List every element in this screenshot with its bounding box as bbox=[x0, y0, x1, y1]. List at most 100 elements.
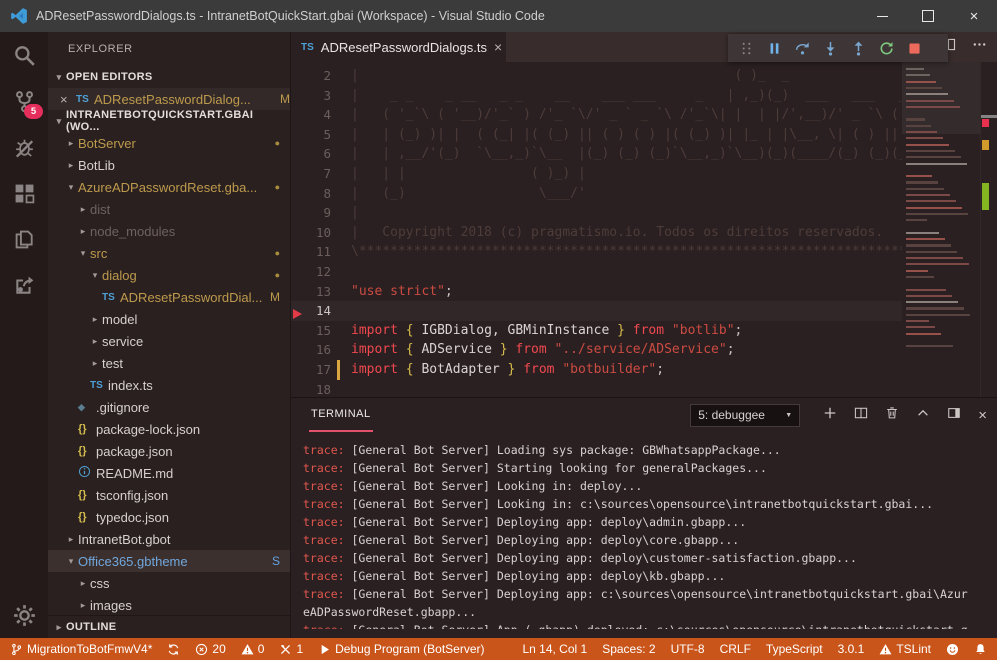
statusbar-eol[interactable]: CRLF bbox=[720, 642, 751, 656]
statusbar-errors[interactable]: 20 bbox=[195, 642, 225, 656]
statusbar-tasks[interactable]: 1 bbox=[279, 642, 303, 656]
tree-item[interactable]: TSindex.ts bbox=[48, 374, 290, 396]
tree-item[interactable]: {}tsconfig.json bbox=[48, 484, 290, 506]
code-line-13[interactable]: 13"use strict"; bbox=[291, 282, 902, 302]
statusbar-tslint[interactable]: TSLint bbox=[879, 642, 931, 656]
overview-ruler[interactable] bbox=[980, 62, 997, 397]
maximize-button[interactable] bbox=[905, 0, 951, 32]
more-button[interactable] bbox=[972, 37, 987, 57]
statusbar-branch-indicator[interactable]: MigrationToBotFmwV4* bbox=[10, 642, 152, 656]
terminal-output[interactable]: trace: [General Bot Server] Loading sys … bbox=[291, 432, 997, 629]
close-icon[interactable]: × bbox=[60, 92, 76, 107]
tree-item[interactable]: ▾src● bbox=[48, 242, 290, 264]
tree-item[interactable]: ▾Office365.gbthemeS bbox=[48, 550, 290, 572]
statusbar-feedback[interactable] bbox=[946, 643, 959, 656]
line-number: 12 bbox=[291, 262, 331, 282]
tree-item[interactable]: ▸service bbox=[48, 330, 290, 352]
code-line-12[interactable]: 12 bbox=[291, 262, 902, 282]
code-line-11[interactable]: 11\*************************************… bbox=[291, 242, 902, 262]
kill-terminal-trash-button[interactable] bbox=[885, 406, 899, 425]
split-terminal-button[interactable] bbox=[854, 406, 868, 425]
step-over-button[interactable] bbox=[788, 35, 816, 61]
code-line-8[interactable]: 8| (_) \___/' bbox=[291, 184, 902, 204]
activity-debug[interactable] bbox=[0, 124, 48, 170]
code-line-15[interactable]: 15import { IGBDialog, GBMinInstance } fr… bbox=[291, 321, 902, 341]
outline-section-header[interactable]: ▸ OUTLINE bbox=[48, 615, 290, 638]
code-line-18[interactable]: 18 bbox=[291, 380, 902, 398]
tree-item[interactable]: {}package.json bbox=[48, 440, 290, 462]
restart-button[interactable] bbox=[872, 35, 900, 61]
activity-source-control[interactable]: 5 bbox=[0, 78, 48, 124]
step-out-button[interactable] bbox=[844, 35, 872, 61]
tree-item[interactable]: ▸model bbox=[48, 308, 290, 330]
minimize-button[interactable] bbox=[859, 0, 905, 32]
code-line-14[interactable]: 14 bbox=[291, 301, 902, 321]
statusbar-encoding[interactable]: UTF-8 bbox=[671, 642, 705, 656]
chevron-up-button[interactable] bbox=[916, 406, 930, 425]
code-line-6[interactable]: 6| | ,__/'(_) `\__,_)`\__ |(_) (_) (_)`\… bbox=[291, 144, 902, 164]
stop-button[interactable] bbox=[900, 35, 928, 61]
statusbar-cursor-position[interactable]: Ln 14, Col 1 bbox=[522, 642, 587, 656]
open-editor-item[interactable]: × TS ADResetPasswordDialog... M bbox=[48, 88, 290, 110]
minimap-viewport[interactable] bbox=[902, 62, 980, 134]
tree-item[interactable]: ▸test bbox=[48, 352, 290, 374]
statusbar-indentation[interactable]: Spaces: 2 bbox=[602, 642, 655, 656]
tree-item[interactable]: {}typedoc.json bbox=[48, 506, 290, 528]
activity-settings-gear[interactable] bbox=[0, 592, 48, 638]
tab-adresetpassworddialogs[interactable]: TS ADResetPasswordDialogs.ts × bbox=[291, 32, 506, 62]
activity-explorer-files[interactable] bbox=[0, 216, 48, 262]
chevron-down-icon: ▾ bbox=[52, 116, 66, 127]
panel-maximize-button[interactable] bbox=[947, 406, 961, 425]
code-line-4[interactable]: 4| ( '_`\ ( '__)/'_` ) /'_ `\/' _ ` _ `\… bbox=[291, 105, 902, 125]
close-panel-button[interactable]: × bbox=[978, 407, 987, 424]
chevron-right-icon: ▸ bbox=[88, 336, 102, 347]
code-line-9[interactable]: 9| bbox=[291, 203, 902, 223]
code-line-2[interactable]: 2| ( )_ _ bbox=[291, 66, 902, 86]
chevron-right-icon: ▸ bbox=[88, 314, 102, 325]
step-into-button[interactable] bbox=[816, 35, 844, 61]
minimap[interactable] bbox=[902, 62, 980, 397]
tree-item[interactable]: ◆.gitignore bbox=[48, 396, 290, 418]
statusbar-notifications[interactable] bbox=[974, 643, 987, 656]
tree-item[interactable]: {}package-lock.json bbox=[48, 418, 290, 440]
code-line-5[interactable]: 5| | (_) )| | ( (_| |( (_) || ( ) ( ) |(… bbox=[291, 125, 902, 145]
tree-item[interactable]: ▸css bbox=[48, 572, 290, 594]
code-line-17[interactable]: 17import { BotAdapter } from "botbuilder… bbox=[291, 360, 902, 380]
code-line-7[interactable]: 7| | | ( )_) | bbox=[291, 164, 902, 184]
close-button[interactable]: × bbox=[951, 0, 997, 32]
tree-item[interactable]: ▸images bbox=[48, 594, 290, 615]
workspace-section-header[interactable]: ▾ INTRANETBOTQUICKSTART.GBAI (WO... bbox=[48, 110, 290, 132]
debug-current-line-marker[interactable] bbox=[293, 309, 302, 319]
tree-item[interactable]: README.md bbox=[48, 462, 290, 484]
minimap-line bbox=[906, 87, 942, 89]
code-line-3[interactable]: 3| _ _ _ __ _ _ __ ___ ___ _ | ,_)(_) __… bbox=[291, 86, 902, 106]
code-line-16[interactable]: 16import { ADService } from "../service/… bbox=[291, 340, 902, 360]
open-editors-header[interactable]: ▾ OPEN EDITORS bbox=[48, 66, 290, 88]
tree-item[interactable]: ▸node_modules bbox=[48, 220, 290, 242]
terminal-select[interactable]: 5: debuggee ▼ bbox=[690, 404, 800, 427]
activity-share[interactable] bbox=[0, 262, 48, 308]
json-file-icon: {} bbox=[78, 445, 96, 457]
statusbar-ts-version[interactable]: 3.0.1 bbox=[838, 642, 865, 656]
tab-close-icon[interactable]: × bbox=[494, 39, 502, 55]
drag-grip-button[interactable] bbox=[732, 35, 760, 61]
statusbar-debug-launch[interactable]: Debug Program (BotServer) bbox=[318, 642, 484, 656]
tree-item[interactable]: ▾dialog● bbox=[48, 264, 290, 286]
tree-item[interactable]: ▸dist bbox=[48, 198, 290, 220]
statusbar-language-mode[interactable]: TypeScript bbox=[766, 642, 823, 656]
code-line-10[interactable]: 10| Copyright 2018 (c) pragmatismo.io. T… bbox=[291, 223, 902, 243]
tree-item[interactable]: ▾AzureADPasswordReset.gba...● bbox=[48, 176, 290, 198]
tree-item[interactable]: ▸BotLib bbox=[48, 154, 290, 176]
activity-extensions[interactable] bbox=[0, 170, 48, 216]
tree-item[interactable]: ▸IntranetBot.gbot bbox=[48, 528, 290, 550]
activity-search[interactable] bbox=[0, 32, 48, 78]
chevron-right-icon: ▸ bbox=[76, 204, 90, 215]
statusbar-warnings[interactable]: 0 bbox=[241, 642, 265, 656]
tree-item[interactable]: TSADResetPasswordDial...M bbox=[48, 286, 290, 308]
new-terminal-plus-button[interactable] bbox=[823, 406, 837, 425]
statusbar-sync[interactable] bbox=[167, 643, 180, 656]
terminal-tab[interactable]: TERMINAL bbox=[309, 398, 373, 432]
code-editor[interactable]: 2| ( )_ _3| _ _ _ __ _ _ __ ___ ___ _ | … bbox=[291, 62, 997, 397]
pause-button[interactable] bbox=[760, 35, 788, 61]
tree-item[interactable]: ▸BotServer● bbox=[48, 132, 290, 154]
